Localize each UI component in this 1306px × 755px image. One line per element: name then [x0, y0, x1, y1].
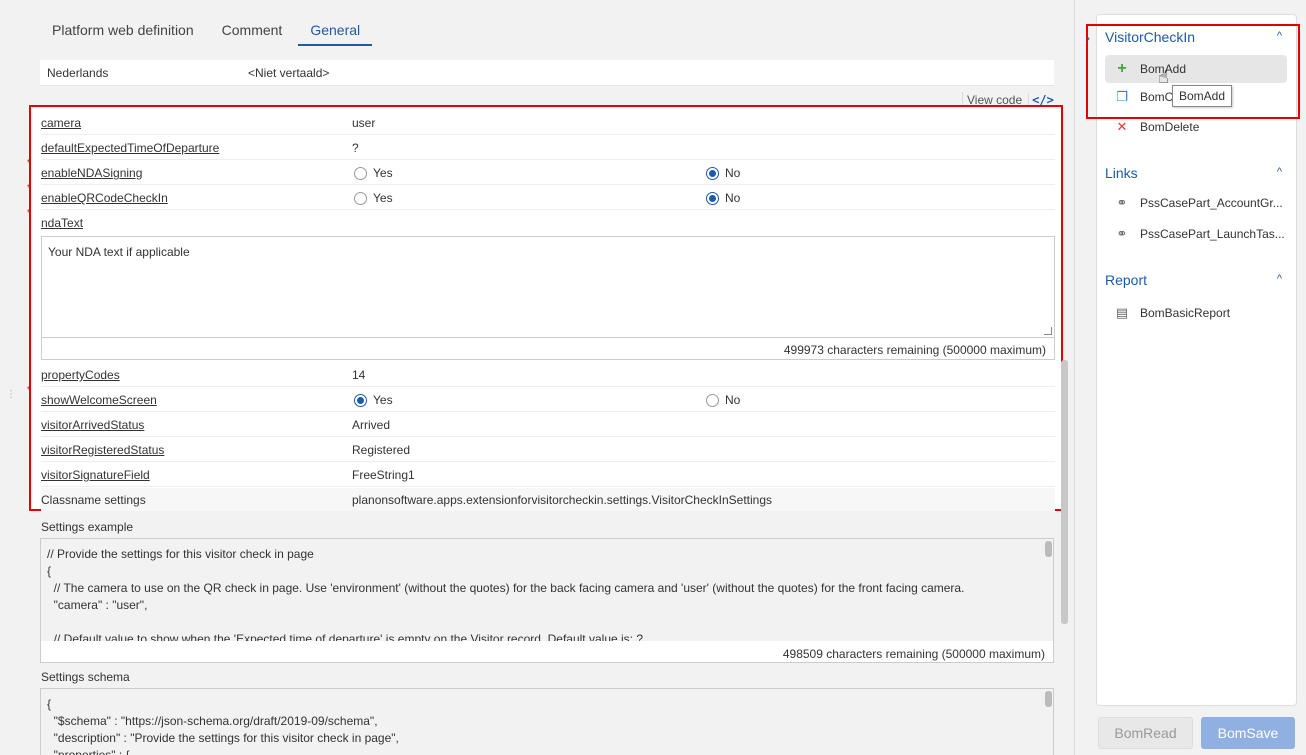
- settings-schema-field: { "$schema" : "https://json-schema.org/d…: [40, 688, 1054, 755]
- tooltip: BomAdd: [1172, 85, 1233, 107]
- radio-on-icon: [706, 166, 719, 180]
- required-marker: *: [27, 208, 31, 219]
- required-marker: *: [27, 158, 31, 169]
- nda-characters-remaining: 499973 characters remaining (500000 maxi…: [783, 343, 1046, 357]
- property-row-property-codes: propertyCodes 14: [41, 363, 1055, 387]
- panel-drag-handle-icon[interactable]: ⋮: [6, 390, 16, 410]
- property-label-nda-text[interactable]: ndaText: [41, 216, 83, 230]
- settings-example-textarea[interactable]: // Provide the settings for this visitor…: [41, 539, 1053, 641]
- tab-comment[interactable]: Comment: [208, 10, 297, 46]
- property-row-default-expected-time: defaultExpectedTimeOfDeparture ?: [41, 136, 1055, 160]
- property-label-classname: Classname settings: [41, 493, 146, 507]
- property-label-visitor-registered-status[interactable]: visitorRegisteredStatus: [41, 443, 164, 457]
- radio-off-icon: [706, 393, 719, 407]
- settings-example-scrollbar[interactable]: [1045, 541, 1052, 557]
- property-row-nda-text: * ndaText: [27, 208, 1055, 235]
- required-marker: *: [27, 183, 31, 194]
- settings-properties-panel: camera user defaultExpectedTimeOfDepartu…: [27, 105, 1063, 511]
- link-icon: ⚭: [1116, 195, 1128, 210]
- property-value-visitor-signature-field[interactable]: FreeString1: [352, 468, 415, 482]
- property-label-camera[interactable]: camera: [41, 116, 81, 130]
- nda-textarea[interactable]: Your NDA text if applicable: [42, 237, 1054, 338]
- tab-general[interactable]: General: [296, 10, 374, 46]
- radio-qr-no[interactable]: No: [706, 191, 740, 205]
- main-panel: Platform web definition Comment General …: [0, 0, 1075, 755]
- radio-off-icon: [354, 191, 367, 205]
- main-scrollbar[interactable]: [1061, 360, 1068, 624]
- settings-example-label: Settings example: [41, 520, 134, 534]
- property-value-visitor-arrived-status[interactable]: Arrived: [352, 418, 390, 432]
- bom-save-button[interactable]: BomSave: [1201, 717, 1295, 749]
- property-row-visitor-signature-field: visitorSignatureField FreeString1: [41, 463, 1055, 487]
- side-section-title-report[interactable]: Report: [1105, 272, 1147, 288]
- property-row-visitor-arrived-status: visitorArrivedStatus Arrived: [41, 413, 1055, 437]
- property-label-show-welcome-screen[interactable]: showWelcomeScreen: [41, 393, 157, 407]
- chevron-right-icon[interactable]: ›: [1086, 31, 1090, 45]
- radio-off-icon: [354, 166, 367, 180]
- resize-handle-icon[interactable]: [1044, 327, 1052, 335]
- property-row-classname-settings: Classname settings planonsoftware.apps.e…: [41, 488, 1055, 511]
- close-icon: ✕: [1116, 119, 1128, 134]
- document-icon: ▤: [1115, 305, 1129, 320]
- side-section-title-links[interactable]: Links: [1105, 165, 1138, 181]
- required-marker: *: [27, 385, 31, 396]
- property-value-default-expected-time[interactable]: ?: [352, 141, 359, 155]
- radio-nda-yes[interactable]: Yes: [354, 166, 393, 180]
- hand-cursor-icon: ☝: [1158, 67, 1169, 87]
- property-value-property-codes[interactable]: 14: [352, 368, 365, 382]
- settings-example-characters-remaining: 498509 characters remaining (500000 maxi…: [782, 647, 1045, 661]
- tab-platform-web-definition[interactable]: Platform web definition: [38, 10, 208, 46]
- bom-read-button[interactable]: BomRead: [1098, 717, 1193, 749]
- property-label-default-expected-time[interactable]: defaultExpectedTimeOfDeparture: [41, 141, 219, 155]
- report-bom-basic[interactable]: ▤ BomBasicReport: [1105, 299, 1287, 327]
- chevron-up-icon[interactable]: ^: [1277, 166, 1282, 178]
- property-label-visitor-signature-field[interactable]: visitorSignatureField: [41, 468, 150, 482]
- radio-welcome-no[interactable]: No: [706, 393, 740, 407]
- settings-schema-textarea[interactable]: { "$schema" : "https://json-schema.org/d…: [41, 689, 1053, 755]
- link-account-group[interactable]: ⚭ PssCasePart_AccountGr...: [1105, 189, 1287, 217]
- property-label-enable-nda-signing[interactable]: enableNDASigning: [41, 166, 142, 180]
- property-label-enable-qr-checkin[interactable]: enableQRCodeCheckIn: [41, 191, 168, 205]
- property-row-enable-qr-checkin: * enableQRCodeCheckIn Yes No: [27, 183, 1055, 210]
- property-label-visitor-arrived-status[interactable]: visitorArrivedStatus: [41, 418, 144, 432]
- chevron-up-icon[interactable]: ^: [1277, 273, 1282, 285]
- radio-nda-no[interactable]: No: [706, 166, 740, 180]
- translation-value[interactable]: <Niet vertaald>: [248, 66, 329, 80]
- settings-schema-scrollbar[interactable]: [1045, 691, 1052, 707]
- radio-on-icon: [354, 393, 367, 407]
- link-icon: ⚭: [1116, 226, 1128, 241]
- nda-text-field: Your NDA text if applicable 499973 chara…: [41, 236, 1055, 360]
- property-label-property-codes[interactable]: propertyCodes: [41, 368, 120, 382]
- property-row-enable-nda-signing: * enableNDASigning Yes No: [27, 158, 1055, 185]
- tab-bar: Platform web definition Comment General: [38, 10, 374, 46]
- property-value-camera[interactable]: user: [352, 116, 375, 130]
- language-name: Nederlands: [47, 66, 109, 80]
- radio-qr-yes[interactable]: Yes: [354, 191, 393, 205]
- property-row-visitor-registered-status: visitorRegisteredStatus Registered: [41, 438, 1055, 462]
- property-value-classname: planonsoftware.apps.extensionforvisitorc…: [352, 493, 772, 507]
- settings-example-field: // Provide the settings for this visitor…: [40, 538, 1054, 663]
- property-row-show-welcome-screen: * showWelcomeScreen Yes No: [27, 385, 1055, 412]
- settings-schema-label: Settings schema: [41, 670, 130, 684]
- translation-row: Nederlands <Niet vertaald>: [40, 60, 1054, 86]
- property-row-camera: camera user: [41, 111, 1055, 135]
- radio-welcome-yes[interactable]: Yes: [354, 393, 393, 407]
- radio-on-icon: [706, 191, 719, 205]
- property-value-visitor-registered-status[interactable]: Registered: [352, 443, 410, 457]
- link-launch-task[interactable]: ⚭ PssCasePart_LaunchTas...: [1105, 220, 1287, 248]
